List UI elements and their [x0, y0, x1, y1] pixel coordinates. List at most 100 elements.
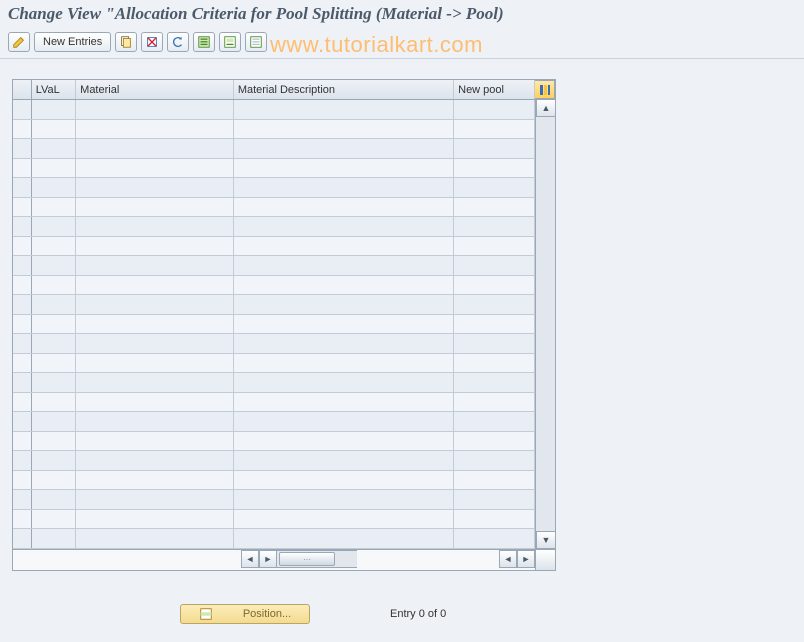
table-row[interactable] [13, 178, 535, 198]
cell-lval[interactable] [31, 295, 75, 315]
cell-new-pool[interactable] [454, 119, 535, 139]
row-selector[interactable] [13, 334, 31, 354]
cell-lval[interactable] [31, 275, 75, 295]
cell-material[interactable] [76, 100, 234, 120]
col-header-material-desc[interactable]: Material Description [233, 80, 453, 100]
table-row[interactable] [13, 275, 535, 295]
cell-new-pool[interactable] [454, 490, 535, 510]
cell-material[interactable] [76, 490, 234, 510]
scroll-right-button[interactable]: ► [259, 550, 277, 568]
cell-material[interactable] [76, 314, 234, 334]
scroll-up-button[interactable]: ▲ [536, 99, 555, 117]
row-selector[interactable] [13, 275, 31, 295]
row-selector[interactable] [13, 431, 31, 451]
cell-material[interactable] [76, 392, 234, 412]
table-row[interactable] [13, 412, 535, 432]
cell-new-pool[interactable] [454, 392, 535, 412]
row-selector[interactable] [13, 139, 31, 159]
cell-material-desc[interactable] [233, 412, 453, 432]
cell-lval[interactable] [31, 392, 75, 412]
table-row[interactable] [13, 490, 535, 510]
cell-material-desc[interactable] [233, 490, 453, 510]
select-block-button[interactable] [219, 32, 241, 52]
table-row[interactable] [13, 373, 535, 393]
cell-material-desc[interactable] [233, 236, 453, 256]
cell-lval[interactable] [31, 470, 75, 490]
row-selector[interactable] [13, 197, 31, 217]
new-entries-button[interactable]: New Entries [34, 32, 111, 52]
cell-new-pool[interactable] [454, 373, 535, 393]
cell-material[interactable] [76, 451, 234, 471]
cell-material-desc[interactable] [233, 392, 453, 412]
cell-lval[interactable] [31, 217, 75, 237]
select-all-cell[interactable] [13, 80, 31, 100]
hscroll-thumb[interactable]: ⋯ [279, 552, 335, 566]
col-header-material[interactable]: Material [76, 80, 234, 100]
scroll-right-end-button[interactable]: ► [517, 550, 535, 568]
undo-button[interactable] [167, 32, 189, 52]
scroll-left-button[interactable]: ◄ [241, 550, 259, 568]
table-row[interactable] [13, 295, 535, 315]
cell-material-desc[interactable] [233, 295, 453, 315]
cell-lval[interactable] [31, 334, 75, 354]
cell-material-desc[interactable] [233, 509, 453, 529]
row-selector[interactable] [13, 100, 31, 120]
cell-new-pool[interactable] [454, 178, 535, 198]
horizontal-scrollbar-left[interactable]: ◄ ► ⋯ [241, 550, 357, 570]
table-row[interactable] [13, 509, 535, 529]
deselect-all-button[interactable] [245, 32, 267, 52]
cell-lval[interactable] [31, 100, 75, 120]
cell-new-pool[interactable] [454, 295, 535, 315]
cell-lval[interactable] [31, 431, 75, 451]
row-selector[interactable] [13, 490, 31, 510]
cell-lval[interactable] [31, 256, 75, 276]
scroll-left-end-button[interactable]: ◄ [499, 550, 517, 568]
cell-lval[interactable] [31, 158, 75, 178]
data-grid[interactable]: LVaLMaterialMaterial DescriptionNew pool [13, 80, 535, 549]
cell-new-pool[interactable] [454, 139, 535, 159]
cell-material-desc[interactable] [233, 353, 453, 373]
cell-material-desc[interactable] [233, 451, 453, 471]
cell-lval[interactable] [31, 529, 75, 549]
row-selector[interactable] [13, 256, 31, 276]
table-row[interactable] [13, 100, 535, 120]
cell-new-pool[interactable] [454, 431, 535, 451]
cell-material-desc[interactable] [233, 178, 453, 198]
cell-new-pool[interactable] [454, 412, 535, 432]
cell-new-pool[interactable] [454, 256, 535, 276]
cell-material-desc[interactable] [233, 217, 453, 237]
cell-material[interactable] [76, 431, 234, 451]
col-header-new-pool[interactable]: New pool [454, 80, 535, 100]
cell-material[interactable] [76, 275, 234, 295]
cell-material-desc[interactable] [233, 119, 453, 139]
cell-material-desc[interactable] [233, 334, 453, 354]
table-row[interactable] [13, 334, 535, 354]
cell-lval[interactable] [31, 178, 75, 198]
cell-lval[interactable] [31, 197, 75, 217]
position-button[interactable]: Position... [180, 604, 310, 624]
row-selector[interactable] [13, 529, 31, 549]
table-config-button[interactable] [535, 80, 555, 99]
cell-material-desc[interactable] [233, 431, 453, 451]
table-row[interactable] [13, 236, 535, 256]
delete-button[interactable] [141, 32, 163, 52]
cell-lval[interactable] [31, 373, 75, 393]
cell-new-pool[interactable] [454, 100, 535, 120]
table-row[interactable] [13, 451, 535, 471]
cell-material[interactable] [76, 529, 234, 549]
table-row[interactable] [13, 119, 535, 139]
cell-material[interactable] [76, 353, 234, 373]
cell-lval[interactable] [31, 451, 75, 471]
cell-lval[interactable] [31, 236, 75, 256]
cell-material[interactable] [76, 470, 234, 490]
table-row[interactable] [13, 197, 535, 217]
row-selector[interactable] [13, 217, 31, 237]
select-all-button[interactable] [193, 32, 215, 52]
cell-material[interactable] [76, 197, 234, 217]
table-row[interactable] [13, 217, 535, 237]
cell-lval[interactable] [31, 314, 75, 334]
cell-new-pool[interactable] [454, 470, 535, 490]
cell-material-desc[interactable] [233, 197, 453, 217]
cell-new-pool[interactable] [454, 275, 535, 295]
cell-material[interactable] [76, 509, 234, 529]
